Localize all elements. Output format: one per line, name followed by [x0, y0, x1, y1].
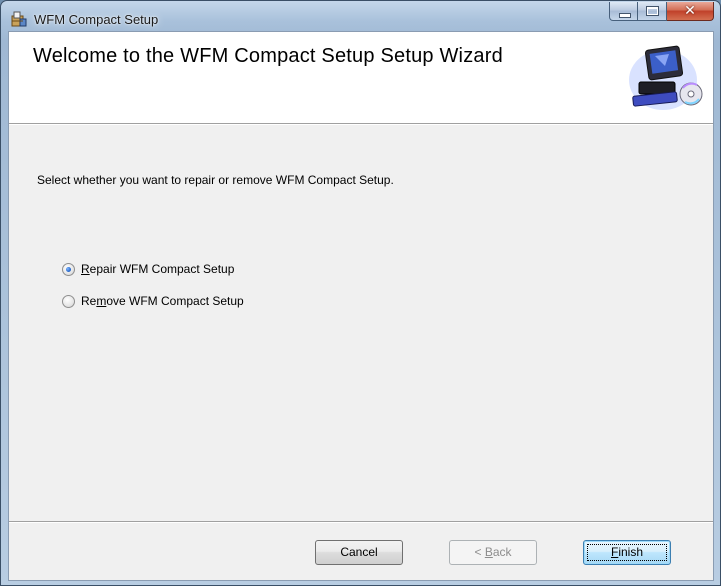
computer-cd-icon	[629, 45, 703, 110]
minimize-button[interactable]	[609, 2, 638, 21]
maximize-button[interactable]	[638, 2, 667, 21]
remove-radio[interactable]	[62, 294, 75, 308]
wizard-banner: Welcome to the WFM Compact Setup Setup W…	[9, 32, 713, 124]
close-button[interactable]: ✕	[667, 2, 714, 21]
repair-option[interactable]: Repair WFM Compact Setup	[62, 262, 234, 276]
window-title: WFM Compact Setup	[34, 12, 159, 27]
setup-window: WFM Compact Setup ✕ Welcome to the WFM C…	[0, 0, 721, 586]
repair-radio[interactable]	[62, 262, 75, 276]
setup-app-icon	[11, 11, 27, 27]
wizard-client-area: Welcome to the WFM Compact Setup Setup W…	[8, 31, 714, 581]
back-button[interactable]: < Back	[449, 540, 537, 565]
caption-buttons: ✕	[609, 2, 714, 22]
close-icon: ✕	[684, 3, 696, 19]
finish-button[interactable]: Finish	[583, 540, 671, 565]
remove-option[interactable]: Remove WFM Compact Setup	[62, 294, 244, 308]
repair-label[interactable]: Repair WFM Compact Setup	[81, 262, 234, 276]
footer-divider	[9, 521, 713, 523]
focus-ring	[587, 544, 667, 561]
minimize-icon	[619, 13, 631, 18]
remove-label[interactable]: Remove WFM Compact Setup	[81, 294, 244, 308]
instruction-text: Select whether you want to repair or rem…	[37, 173, 394, 187]
maximize-icon	[646, 6, 659, 16]
banner-divider	[9, 124, 713, 125]
cancel-button[interactable]: Cancel	[315, 540, 403, 565]
wizard-title: Welcome to the WFM Compact Setup Setup W…	[33, 45, 503, 67]
